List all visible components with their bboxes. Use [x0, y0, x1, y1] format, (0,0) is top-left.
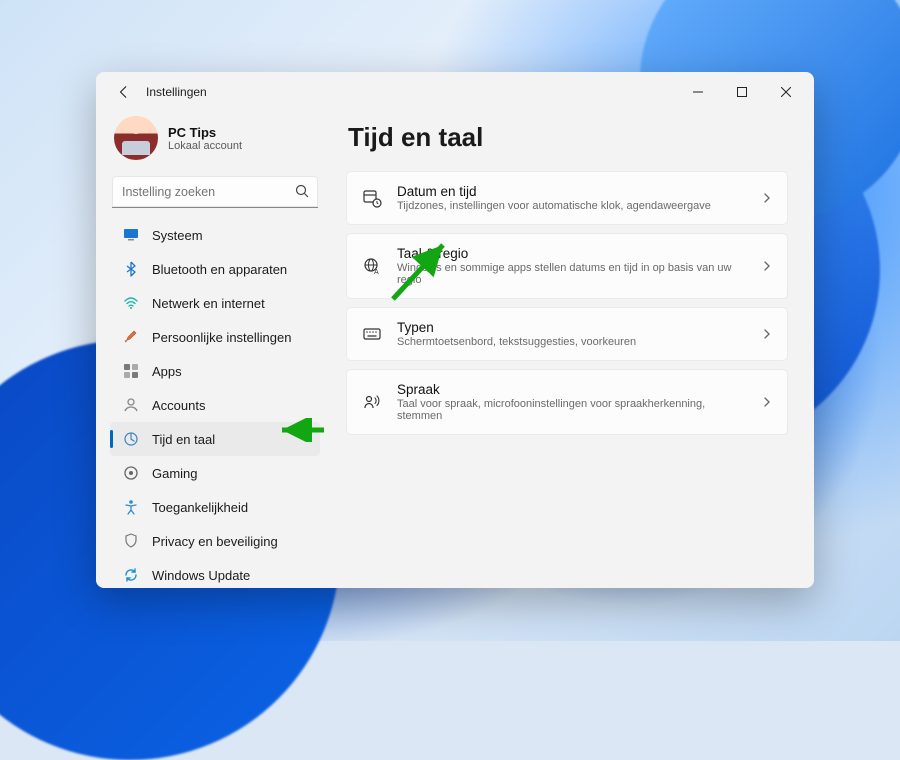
sidebar-item-system[interactable]: Systeem — [110, 218, 320, 252]
card-title: Taal & regio — [397, 246, 747, 261]
settings-window: Instellingen PC Tips Lokaal account — [96, 72, 814, 588]
chevron-right-icon — [761, 328, 773, 340]
calendar-clock-icon — [361, 188, 383, 208]
sidebar-item-label: Bluetooth en apparaten — [152, 262, 287, 277]
profile-block[interactable]: PC Tips Lokaal account — [110, 112, 320, 174]
search-box[interactable] — [112, 176, 318, 208]
sidebar-item-label: Tijd en taal — [152, 432, 215, 447]
close-button[interactable] — [764, 77, 808, 107]
update-icon — [122, 566, 140, 584]
wifi-icon — [122, 294, 140, 312]
sidebar-item-windows-update[interactable]: Windows Update — [110, 558, 320, 588]
sidebar-item-label: Apps — [152, 364, 182, 379]
svg-text:A: A — [374, 269, 379, 276]
keyboard-icon — [361, 324, 383, 344]
card-speech[interactable]: Spraak Taal voor spraak, microfooninstel… — [346, 369, 788, 435]
speech-icon — [361, 392, 383, 412]
card-subtitle: Tijdzones, instellingen voor automatisch… — [397, 200, 747, 212]
card-title: Spraak — [397, 382, 747, 397]
sidebar-item-label: Accounts — [152, 398, 205, 413]
card-language-region[interactable]: A Taal & regio Windows en sommige apps s… — [346, 233, 788, 299]
sidebar-item-bluetooth[interactable]: Bluetooth en apparaten — [110, 252, 320, 286]
nav-list: Systeem Bluetooth en apparaten Netwerk e… — [110, 218, 320, 588]
card-title: Typen — [397, 320, 747, 335]
bluetooth-icon — [122, 260, 140, 278]
globe-clock-icon — [122, 430, 140, 448]
sidebar-item-time-language[interactable]: Tijd en taal — [110, 422, 320, 456]
card-title: Datum en tijd — [397, 184, 747, 199]
accessibility-icon — [122, 498, 140, 516]
search-input[interactable] — [112, 176, 318, 208]
back-button[interactable] — [110, 78, 138, 106]
card-subtitle: Taal voor spraak, microfooninstellingen … — [397, 398, 747, 422]
chevron-right-icon — [761, 396, 773, 408]
chevron-right-icon — [761, 260, 773, 272]
sidebar-item-accounts[interactable]: Accounts — [110, 388, 320, 422]
card-subtitle: Windows en sommige apps stellen datums e… — [397, 262, 747, 286]
sidebar-item-label: Gaming — [152, 466, 198, 481]
gaming-icon — [122, 464, 140, 482]
page-title: Tijd en taal — [348, 122, 788, 153]
shield-icon — [122, 532, 140, 550]
window-controls — [676, 77, 808, 107]
sidebar-item-label: Windows Update — [152, 568, 250, 583]
sidebar-item-label: Privacy en beveiliging — [152, 534, 278, 549]
minimize-button[interactable] — [676, 77, 720, 107]
card-subtitle: Schermtoetsenbord, tekstsuggesties, voor… — [397, 336, 747, 348]
display-icon — [122, 226, 140, 244]
main-panel: Tijd en taal Datum en tijd Tijdzones, in… — [328, 112, 814, 576]
sidebar-item-gaming[interactable]: Gaming — [110, 456, 320, 490]
card-typing[interactable]: Typen Schermtoetsenbord, tekstsuggesties… — [346, 307, 788, 361]
globe-language-icon: A — [361, 256, 383, 276]
sidebar-item-label: Toegankelijkheid — [152, 500, 248, 515]
card-date-time[interactable]: Datum en tijd Tijdzones, instellingen vo… — [346, 171, 788, 225]
sidebar-item-personalization[interactable]: Persoonlijke instellingen — [110, 320, 320, 354]
sidebar-item-privacy[interactable]: Privacy en beveiliging — [110, 524, 320, 558]
apps-icon — [122, 362, 140, 380]
sidebar-item-label: Systeem — [152, 228, 203, 243]
sidebar-item-label: Persoonlijke instellingen — [152, 330, 291, 345]
sidebar: PC Tips Lokaal account Systeem Bluetooth… — [110, 112, 328, 576]
person-icon — [122, 396, 140, 414]
sidebar-item-network[interactable]: Netwerk en internet — [110, 286, 320, 320]
titlebar: Instellingen — [96, 72, 814, 112]
sidebar-item-label: Netwerk en internet — [152, 296, 265, 311]
sidebar-item-accessibility[interactable]: Toegankelijkheid — [110, 490, 320, 524]
search-icon — [294, 183, 310, 199]
sidebar-item-apps[interactable]: Apps — [110, 354, 320, 388]
profile-name: PC Tips — [168, 125, 242, 140]
chevron-right-icon — [761, 192, 773, 204]
window-title: Instellingen — [146, 85, 207, 99]
avatar — [114, 116, 158, 160]
profile-subtitle: Lokaal account — [168, 140, 242, 152]
maximize-button[interactable] — [720, 77, 764, 107]
paintbrush-icon — [122, 328, 140, 346]
